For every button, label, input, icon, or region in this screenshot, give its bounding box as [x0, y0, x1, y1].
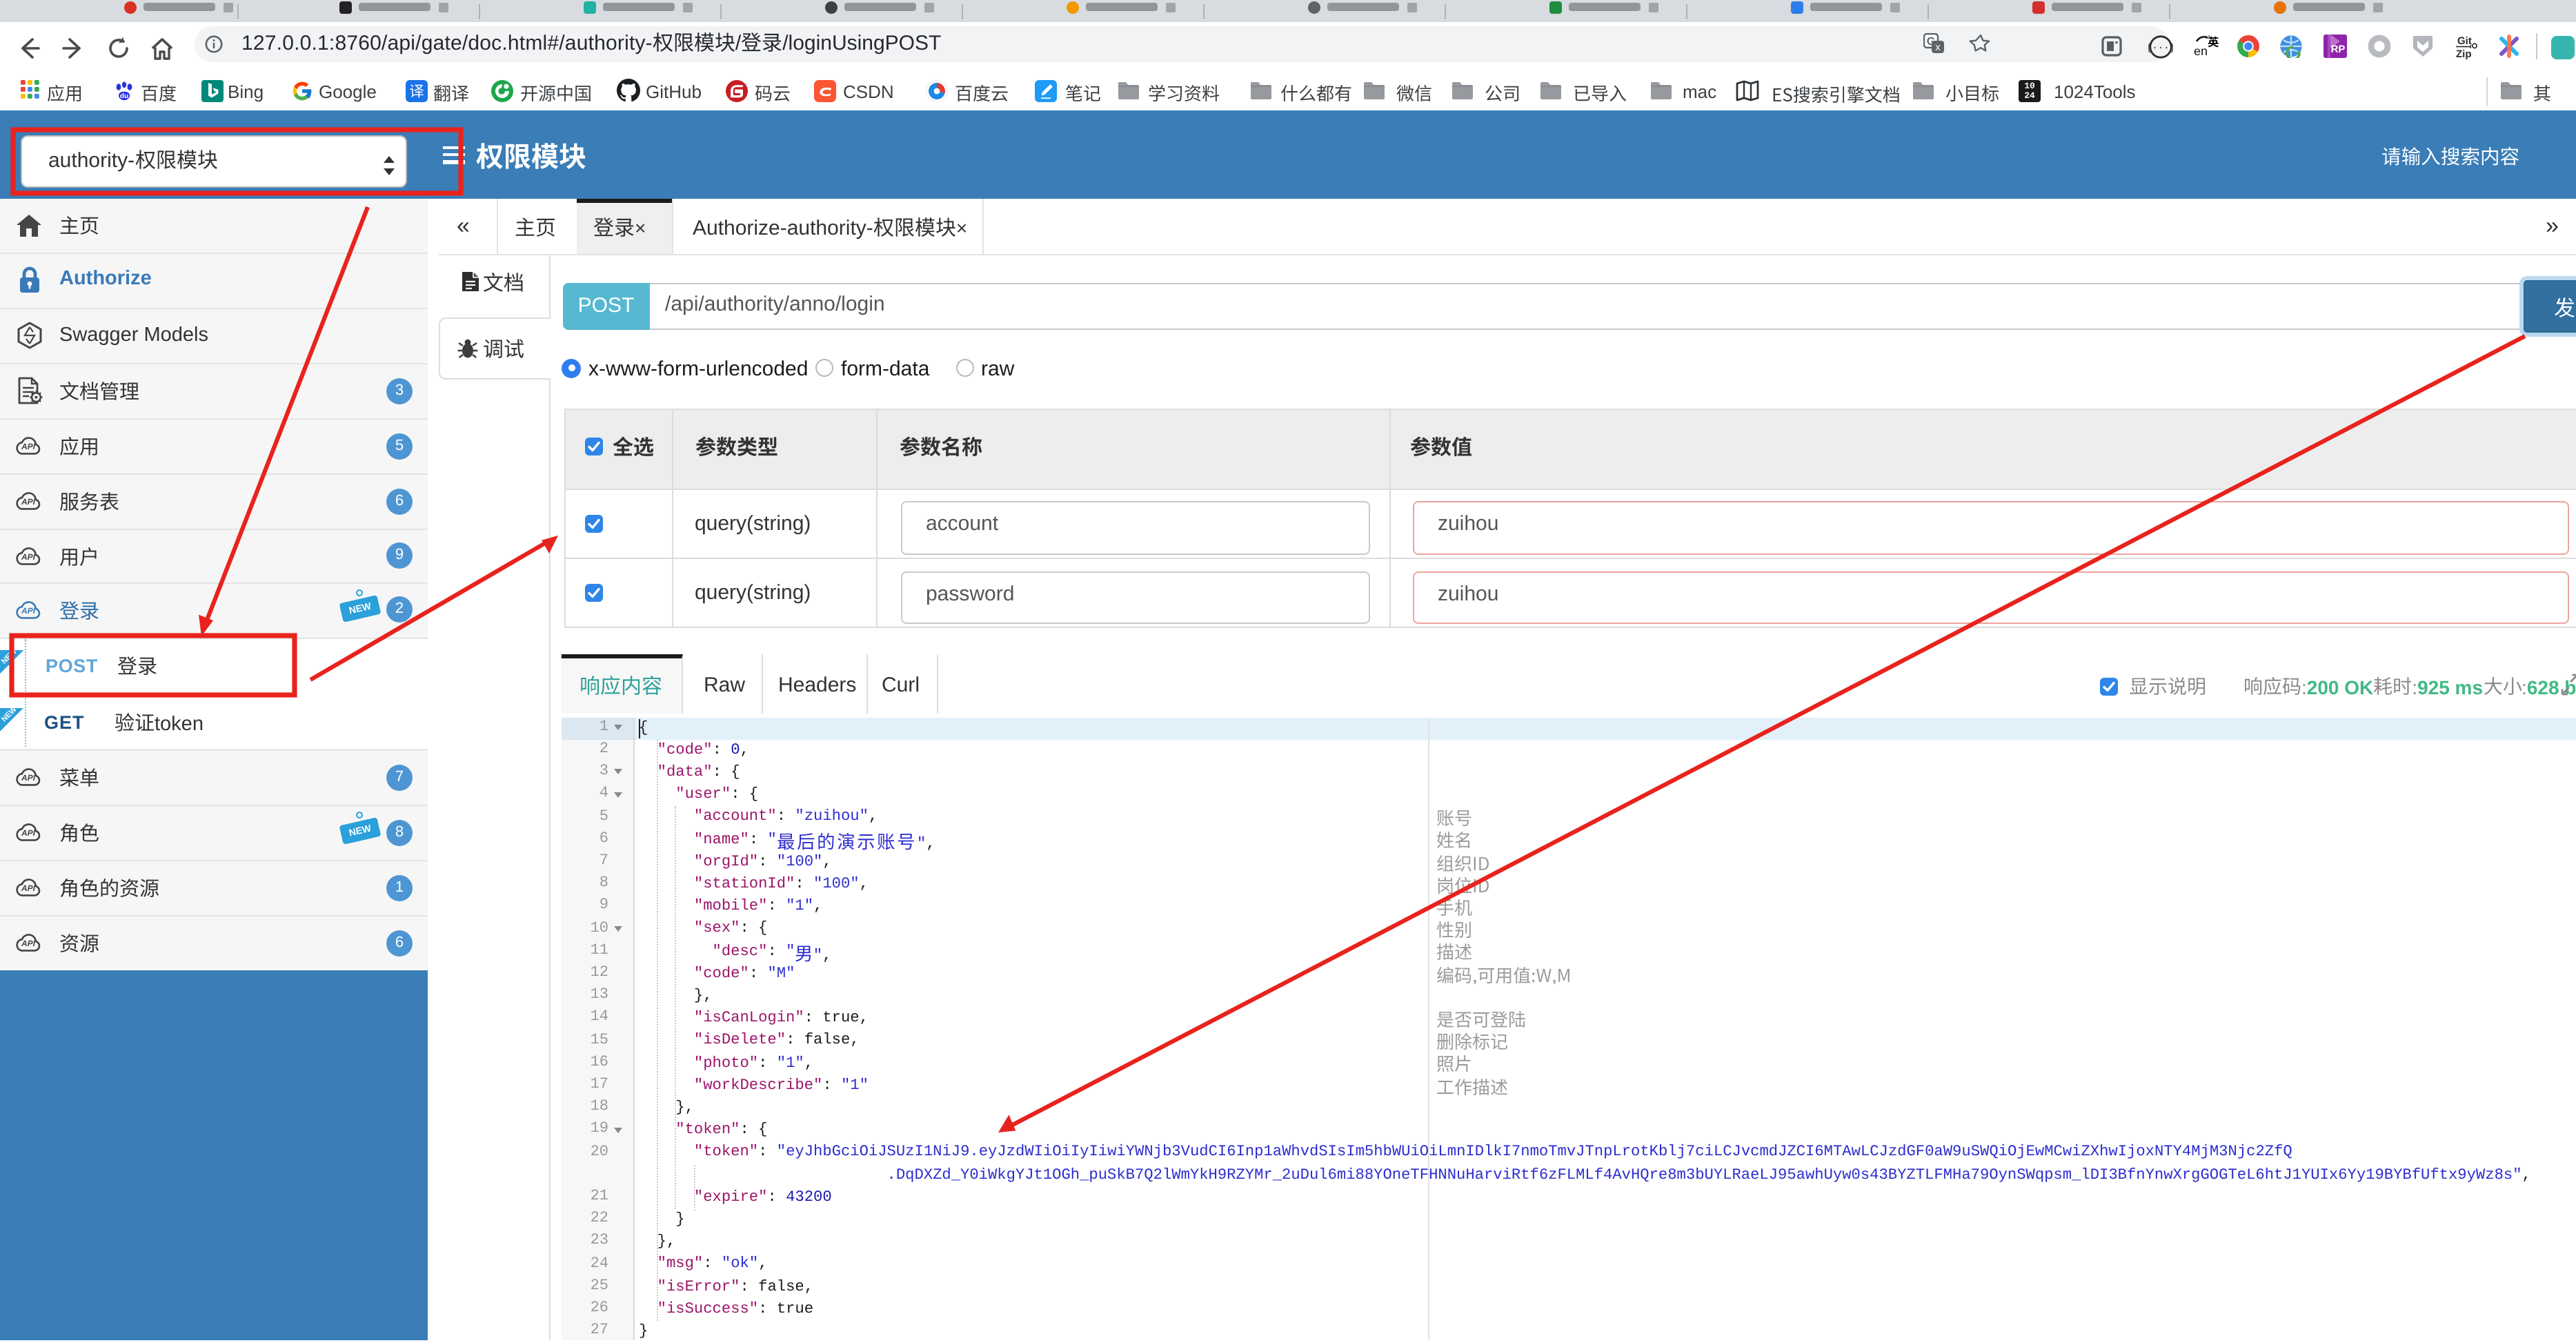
svg-text:API: API [20, 884, 36, 894]
svg-text:API: API [20, 442, 36, 452]
svg-text:en: en [2194, 44, 2208, 58]
svg-text:Zip: Zip [2456, 48, 2472, 59]
svg-text:API: API [20, 939, 36, 949]
svg-text:x: x [1935, 41, 1941, 53]
svg-text:du: du [119, 92, 128, 100]
svg-text:RP: RP [2331, 43, 2346, 55]
svg-text:API: API [20, 498, 36, 507]
svg-text:Git: Git [2457, 35, 2473, 47]
svg-text:API: API [20, 774, 36, 783]
svg-text:API: API [20, 607, 36, 616]
svg-text:API: API [20, 829, 36, 839]
svg-text:API: API [20, 553, 36, 562]
svg-text:{···}: {···} [2148, 42, 2173, 55]
